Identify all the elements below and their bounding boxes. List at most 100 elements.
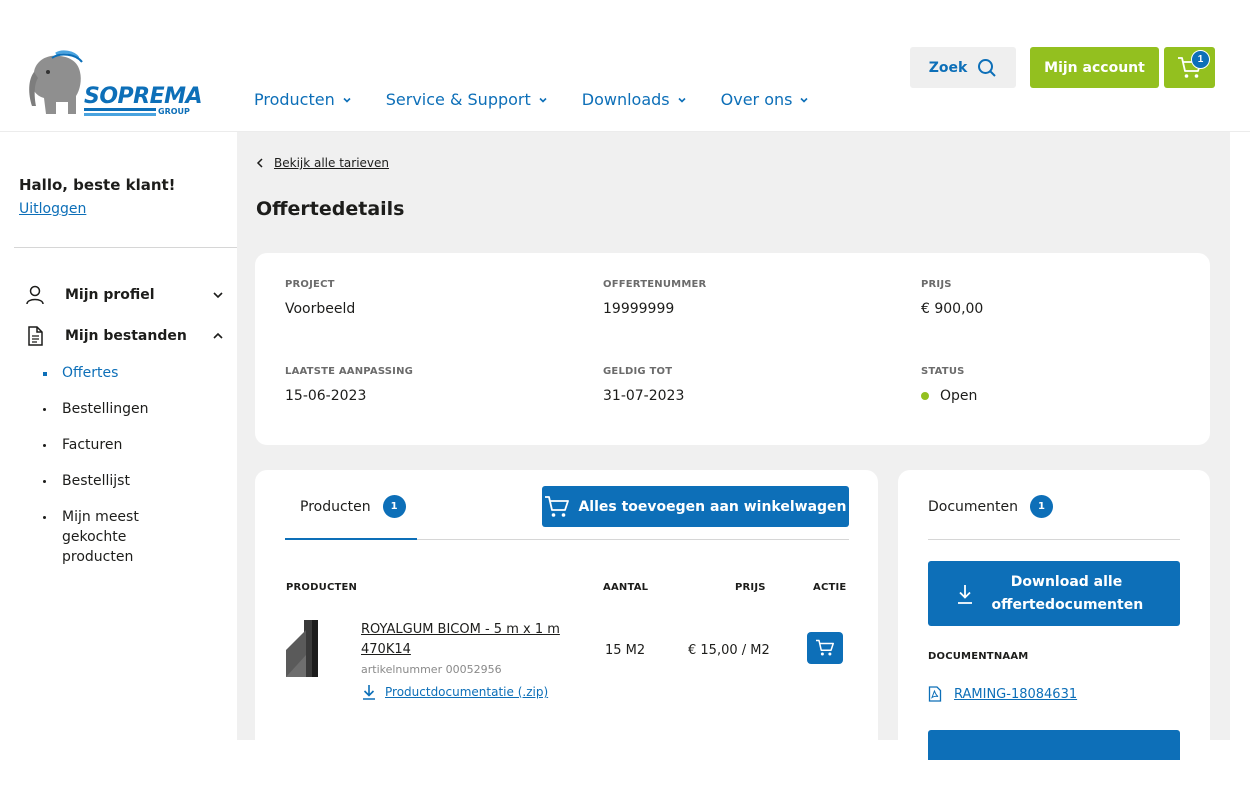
field-label: PROJECT [285,279,335,290]
field-value: 31-07-2023 [603,388,685,404]
document-icon [28,326,43,346]
field-project: PROJECT Voorbeeld [285,279,355,317]
chevron-down-icon [800,97,809,103]
nav-over-ons[interactable]: Over ons [721,90,810,109]
field-label: PRIJS [921,279,952,290]
tab-label: Documenten [928,498,1019,515]
status-dot [921,392,929,400]
field-label: LAATSTE AANPASSING [285,366,414,377]
active-tab-indicator [285,538,417,540]
field-label: GELDIG TOT [603,366,673,377]
account-button[interactable]: Mijn account [1030,47,1159,88]
site-header: SOPREMA GROUP Producten Service & Suppor… [0,0,1250,132]
account-label: Mijn account [1044,59,1145,76]
page-title: Offertedetails [256,198,405,220]
soprema-logo[interactable]: SOPREMA GROUP [26,50,203,120]
document-name: RAMING-18084631 [954,686,1078,702]
sidebar-item-facturen[interactable]: Facturen [40,435,160,455]
field-price: PRIJS € 900,00 [921,279,983,317]
product-price: € 15,00 / M2 [688,643,770,658]
nav-service-support[interactable]: Service & Support [386,90,548,109]
back-link-label: Bekijk alle tarieven [274,156,390,170]
cart-icon [816,639,834,656]
brand-name: SOPREMA [84,84,203,109]
product-name-link[interactable]: ROYALGUM BICOM - 5 m x 1 m 470K14 [361,620,571,660]
product-doc-label: Productdocumentatie (.zip) [385,685,549,699]
document-link[interactable]: RAMING-18084631 [928,686,1077,702]
logo-stripe [84,108,156,111]
logo-stripe [84,113,156,116]
sidebar-item-bestellijst[interactable]: Bestellijst [40,471,160,491]
search-button[interactable]: Zoek [910,47,1016,88]
sidebar-file-list: Offertes Bestellingen Facturen Bestellij… [40,363,160,583]
field-value: € 900,00 [921,301,984,317]
sidebar-section-label: Mijn bestanden [65,328,187,344]
sidebar-section-label: Mijn profiel [65,287,155,303]
sidebar-item-meest-gekocht[interactable]: Mijn meest gekochte producten [40,507,160,567]
field-value: Voorbeeld [285,301,356,317]
sidebar-divider [14,247,237,248]
nav-label: Over ons [720,90,793,109]
column-header-price: PRIJS [735,582,766,593]
field-valid-until: GELDIG TOT 31-07-2023 [603,366,684,404]
user-icon [26,285,44,305]
chevron-left-icon [256,158,263,168]
add-all-to-cart-button[interactable]: Alles toevoegen aan winkelwagen [542,486,849,527]
chevron-down-icon [678,97,686,103]
sidebar-item-offertes[interactable]: Offertes [40,363,160,383]
search-icon [978,58,996,77]
cart-count-badge: 1 [1191,50,1210,69]
nav-downloads[interactable]: Downloads [582,90,687,109]
chevron-down-icon [539,97,547,103]
logout-link[interactable]: Uitloggen [19,201,86,217]
product-quantity: 15 M2 [605,643,646,658]
product-documentation-link[interactable]: Productdocumentatie (.zip) [361,684,548,700]
field-value: 15-06-2023 [285,388,367,404]
status-text: Open [940,388,978,404]
download-all-documents-button[interactable]: Download alle offertedocumenten [928,561,1180,626]
greeting-text: Hallo, beste klant! [19,176,176,194]
nav-label: Producten [254,90,335,109]
documents-count-badge: 1 [1030,495,1054,518]
nav-label: Service & Support [385,90,531,109]
tab-producten[interactable]: Producten 1 [300,495,406,518]
status-value: Open [921,388,977,404]
main-nav: Producten Service & Support Downloads Ov… [254,90,843,109]
pdf-file-icon [928,686,942,702]
sidebar-section-profile[interactable]: Mijn profiel [24,284,224,306]
sidebar-item-bestellingen[interactable]: Bestellingen [40,399,160,419]
nav-label: Downloads [581,90,670,109]
back-link[interactable]: Bekijk alle tarieven [256,156,389,170]
add-all-label: Alles toevoegen aan winkelwagen [578,498,847,515]
field-quote-number: OFFERTENUMMER 19999999 [603,279,706,317]
brand-sub: GROUP [158,107,190,116]
chevron-up-icon [213,332,223,339]
tab-label: Producten [300,498,371,515]
tab-documenten[interactable]: Documenten 1 [928,495,1054,518]
chevron-down-icon [213,292,223,299]
field-label: STATUS [921,366,965,377]
chevron-down-icon [343,97,351,103]
column-header-document-name: DOCUMENTNAAM [928,651,1029,662]
cart-icon [545,495,570,517]
products-count-badge: 1 [382,495,406,518]
main-content: Bekijk alle tarieven Offertedetails PROJ… [237,132,1230,760]
column-header-products: PRODUCTEN [286,582,358,593]
sidebar-section-files[interactable]: Mijn bestanden [24,325,224,347]
download-all-label: Download alle offertedocumenten [991,573,1144,613]
elephant-logo-icon [29,50,83,114]
tab-rule [928,539,1180,540]
product-thumbnail [286,620,318,677]
product-article-number: artikelnummer 00052956 [361,663,502,676]
products-card: Producten 1 Alles toevoegen aan winkelwa… [255,470,878,760]
document-action-button[interactable] [928,730,1180,760]
add-to-cart-button[interactable] [807,632,843,664]
account-sidebar: Hallo, beste klant! Uitloggen Mijn profi… [0,132,237,740]
nav-producten[interactable]: Producten [254,90,352,109]
download-icon [363,685,375,700]
download-icon [958,585,972,604]
quote-details-card: PROJECT Voorbeeld OFFERTENUMMER 19999999… [255,253,1210,445]
field-status: STATUS Open [921,366,977,404]
column-header-action: ACTIE [813,582,847,593]
field-last-modified: LAATSTE AANPASSING 15-06-2023 [285,366,413,404]
